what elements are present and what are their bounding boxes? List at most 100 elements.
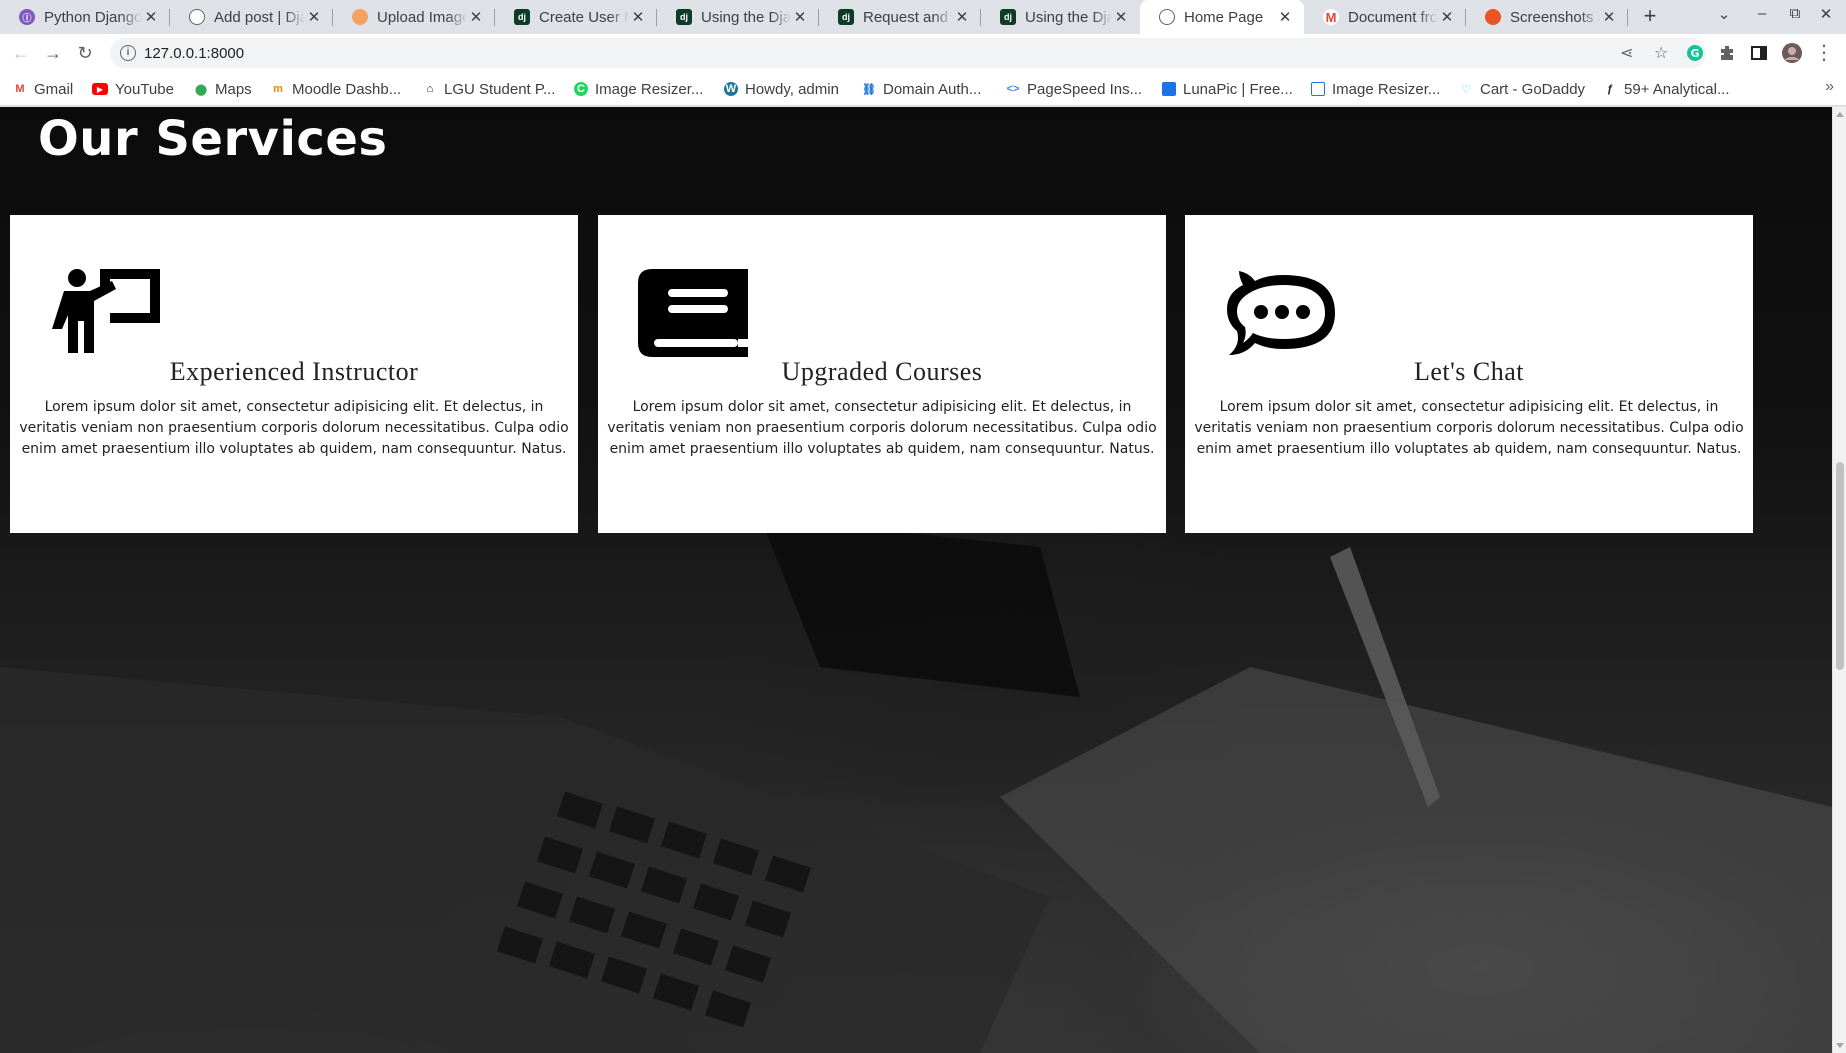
reload-icon[interactable]: ↻ [73, 41, 97, 65]
book-icon [638, 269, 748, 357]
close-tab-icon[interactable]: ✕ [1276, 8, 1294, 26]
tab-create-user-model[interactable]: dj Create User Model ✕ [495, 0, 657, 34]
close-tab-icon[interactable]: ✕ [467, 8, 485, 26]
globe-icon [189, 9, 205, 25]
scroll-down-icon[interactable] [1836, 1043, 1844, 1048]
card-title: Let's Chat [1413, 357, 1525, 386]
svg-text:G: G [1690, 47, 1699, 60]
tab-title: Using the Django [1025, 8, 1112, 26]
grammarly-icon[interactable]: G [1686, 44, 1704, 62]
extensions-icon[interactable] [1718, 44, 1736, 62]
bookmark-label: 59+ Analytical... [1624, 80, 1730, 98]
globe-icon [1159, 9, 1175, 25]
close-tab-icon[interactable]: ✕ [142, 8, 160, 26]
tab-title: Create User Model [539, 8, 629, 26]
bookmark-youtube[interactable]: ▶ YouTube [92, 72, 174, 106]
new-tab-button[interactable]: + [1636, 3, 1664, 31]
tab-upload-image[interactable]: Upload Image ✕ [333, 0, 495, 34]
tab-using-django-2[interactable]: dj Using the Django ✕ [981, 0, 1140, 34]
tab-document-from[interactable]: M Document from ✕ [1304, 0, 1466, 34]
tab-title: Python Django [44, 8, 142, 26]
bookmark-label: YouTube [115, 80, 174, 98]
more-bookmarks-icon[interactable]: » [1825, 78, 1834, 96]
bookmark-label: Image Resizer... [595, 80, 704, 98]
tab-favicon-icon: Ⓘ [19, 9, 35, 25]
tab-title: Document from [1348, 8, 1438, 26]
bookmark-image-resizer-2[interactable]: Image Resizer... [1311, 72, 1440, 106]
tab-add-post[interactable]: Add post | Django ✕ [170, 0, 333, 34]
restore-icon[interactable]: ⧉ [1781, 5, 1809, 22]
profile-avatar[interactable] [1782, 43, 1802, 63]
close-tab-icon[interactable]: ✕ [1112, 8, 1130, 26]
resizer-icon [1311, 82, 1325, 96]
tab-using-django-1[interactable]: dj Using the Django ✕ [657, 0, 819, 34]
link-icon: ⛓ [862, 83, 876, 96]
page-viewport: Our Services Experienced Instructor Lore… [0, 107, 1846, 1053]
close-tab-icon[interactable]: ✕ [1600, 8, 1618, 26]
django-icon: dj [514, 9, 530, 25]
minimize-icon[interactable]: – [1748, 5, 1776, 22]
url-text[interactable]: 127.0.0.1:8000 [144, 45, 244, 62]
close-window-icon[interactable]: ✕ [1812, 5, 1840, 23]
tab-search-icon[interactable]: ⌄ [1710, 5, 1738, 23]
moodle-icon: m [273, 83, 283, 95]
bookmark-moodle[interactable]: m Moodle Dashb... [271, 72, 401, 106]
bookmark-label: Howdy, admin [745, 80, 839, 98]
lunapic-icon [1162, 82, 1176, 96]
close-tab-icon[interactable]: ✕ [791, 8, 809, 26]
scroll-up-icon[interactable] [1836, 112, 1844, 117]
bookmark-maps[interactable]: ⬤ Maps [194, 72, 252, 106]
bookmark-analytical[interactable]: ƒ 59+ Analytical... [1603, 72, 1730, 106]
tab-home-page[interactable]: Home Page ✕ [1140, 0, 1304, 34]
bookmark-label: LunaPic | Free... [1183, 80, 1293, 98]
service-card-instructor: Experienced Instructor Lorem ipsum dolor… [10, 215, 578, 533]
address-bar[interactable]: i 127.0.0.1:8000 ⋖ ☆ [110, 38, 1706, 68]
bookmark-lunapic[interactable]: LunaPic | Free... [1162, 72, 1293, 106]
bookmark-howdy-admin[interactable]: W Howdy, admin [724, 72, 839, 106]
bookmark-godaddy[interactable]: ♡ Cart - GoDaddy [1459, 72, 1585, 106]
bookmark-label: Domain Auth... [883, 80, 982, 98]
tab-title: Request and response [863, 8, 953, 26]
card-text: Lorem ipsum dolor sit amet, consectetur … [607, 399, 1157, 457]
close-tab-icon[interactable]: ✕ [953, 8, 971, 26]
site-info-icon[interactable]: i [120, 45, 136, 61]
bookmark-domain-auth[interactable]: ⛓ Domain Auth... [862, 72, 981, 106]
tab-title: Screenshots and [1510, 8, 1600, 26]
tab-title: Home Page [1184, 8, 1264, 26]
home-icon: ⌂ [426, 83, 434, 95]
card-text: Lorem ipsum dolor sit amet, consectetur … [19, 399, 569, 457]
menu-kebab-icon[interactable]: ⋮ [1812, 41, 1836, 65]
bookmark-star-icon[interactable]: ☆ [1654, 43, 1668, 63]
maps-icon: ⬤ [194, 83, 208, 96]
forward-icon[interactable]: → [41, 41, 65, 65]
side-panel-icon[interactable] [1750, 44, 1768, 62]
bookmark-lgu-student[interactable]: ⌂ LGU Student P... [423, 72, 556, 106]
service-card-chat: Let's Chat Lorem ipsum dolor sit amet, c… [1185, 215, 1753, 533]
close-tab-icon[interactable]: ✕ [305, 8, 323, 26]
tab-python-django[interactable]: Ⓘ Python Django ✕ [0, 0, 170, 34]
bookmark-pagespeed[interactable]: <> PageSpeed Ins... [1006, 72, 1143, 106]
django-icon: dj [1000, 9, 1016, 25]
back-icon[interactable]: ← [9, 41, 33, 65]
django-icon: dj [838, 9, 854, 25]
tab-title: Add post | Django [214, 8, 305, 26]
bookmark-label: Maps [215, 80, 252, 98]
close-tab-icon[interactable]: ✕ [1438, 8, 1456, 26]
pagespeed-icon: <> [1006, 83, 1020, 95]
tab-strip: Ⓘ Python Django ✕ Add post | Django ✕ Up… [0, 0, 1846, 34]
tab-title: Upload Image [377, 8, 467, 26]
scrollbar-thumb[interactable] [1836, 462, 1844, 670]
share-icon[interactable]: ⋖ [1620, 43, 1633, 63]
tab-request-response[interactable]: dj Request and response ✕ [819, 0, 981, 34]
page-scrollbar[interactable] [1832, 107, 1846, 1053]
card-text: Lorem ipsum dolor sit amet, consectetur … [1194, 399, 1744, 457]
close-tab-icon[interactable]: ✕ [629, 8, 647, 26]
page-title: Our Services [38, 111, 388, 167]
bookmark-image-resizer-1[interactable]: C Image Resizer... [574, 72, 703, 106]
ubuntu-icon [1485, 9, 1501, 25]
service-card-courses: Upgraded Courses Lorem ipsum dolor sit a… [598, 215, 1166, 533]
bookmark-label: Image Resizer... [1332, 80, 1441, 98]
bookmark-gmail[interactable]: M Gmail [13, 72, 73, 106]
tab-screenshots[interactable]: Screenshots and ✕ [1466, 0, 1628, 34]
wordpress-icon: W [724, 82, 738, 96]
